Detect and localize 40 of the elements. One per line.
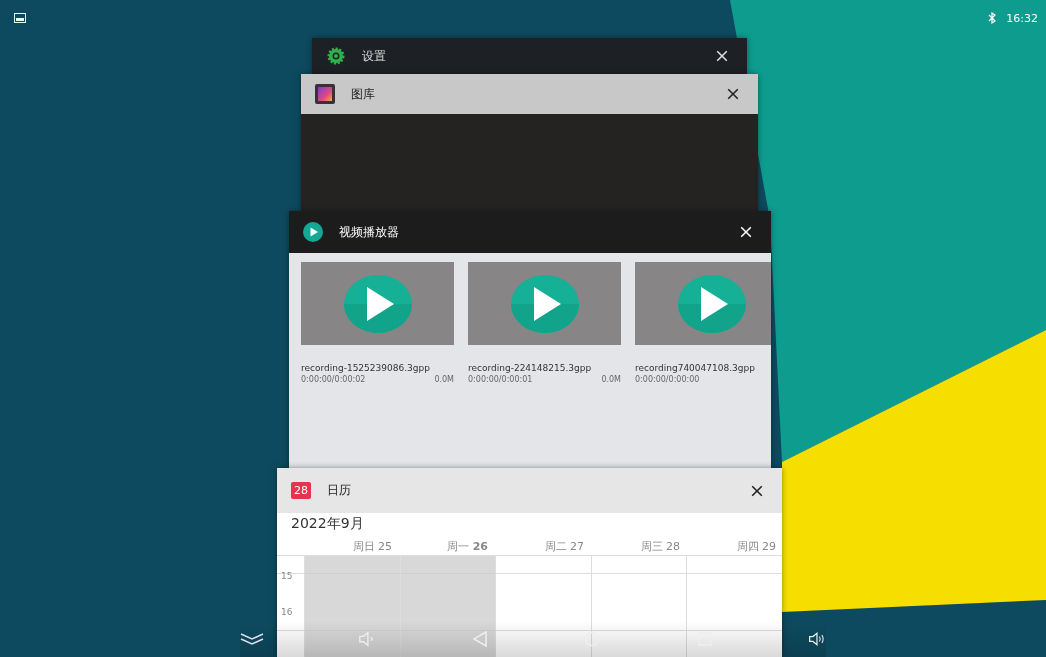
video-thumbnail[interactable] — [301, 262, 454, 345]
day-header[interactable]: 周日 25 — [300, 538, 396, 554]
volume-up-icon[interactable] — [807, 631, 826, 647]
app-card[interactable]: 图库 — [301, 74, 758, 211]
app-title: 图库 — [351, 85, 375, 103]
gear-icon — [326, 46, 346, 66]
close-icon — [727, 88, 739, 100]
app-title: 视频播放器 — [339, 223, 399, 241]
app-card[interactable]: 设置 — [312, 38, 747, 74]
video-thumbnail[interactable] — [635, 262, 771, 345]
app-card[interactable]: 视频播放器 recording-1525239086.3gpp 0:00:00/0:00:02 0.0M recording-224148215.3gpp 0:00:00/0:00:01 0.0M recording740047108.3gpp 0:00:00/0:00:00 — [289, 211, 771, 468]
play-icon — [303, 222, 323, 242]
day-header[interactable]: 周二 27 — [492, 538, 588, 554]
video-name: recording740047108.3gpp — [635, 363, 756, 373]
app-title: 设置 — [362, 47, 386, 65]
calendar-icon: 28 — [291, 482, 311, 499]
picture-icon — [315, 84, 335, 104]
video-thumbnail[interactable] — [468, 262, 621, 345]
day-header[interactable]: 周四 29 — [684, 538, 780, 554]
chevron-icon[interactable] — [240, 632, 264, 646]
video-name: recording-224148215.3gpp — [468, 363, 593, 373]
video-duration: 0:00:00/0:00:02 — [301, 375, 366, 384]
app-title: 日历 — [327, 482, 351, 499]
day-header[interactable]: 周一 26 — [396, 538, 492, 554]
hour-label: 15 — [281, 571, 294, 581]
day-header[interactable]: 周三 28 — [588, 538, 684, 554]
screenshot-icon — [14, 13, 26, 23]
app-card[interactable]: 28 日历 2022年9月 周日 25 周一 26 周二 27 周三 28 周四 29 15 16 — [277, 468, 782, 657]
bluetooth-icon — [988, 12, 997, 24]
close-icon — [740, 226, 752, 238]
video-size: 0.0M — [434, 375, 454, 384]
close-icon — [716, 50, 728, 62]
video-size: 0.0M — [601, 375, 621, 384]
video-duration: 0:00:00/0:00:00 — [635, 375, 700, 384]
video-name: recording-1525239086.3gpp — [301, 363, 431, 373]
month-title: 2022年9月 — [290, 514, 365, 533]
clock-time: 16:32 — [1006, 11, 1038, 25]
hour-label: 16 — [281, 607, 294, 617]
close-icon — [751, 484, 763, 497]
video-duration: 0:00:00/0:00:01 — [468, 375, 533, 384]
